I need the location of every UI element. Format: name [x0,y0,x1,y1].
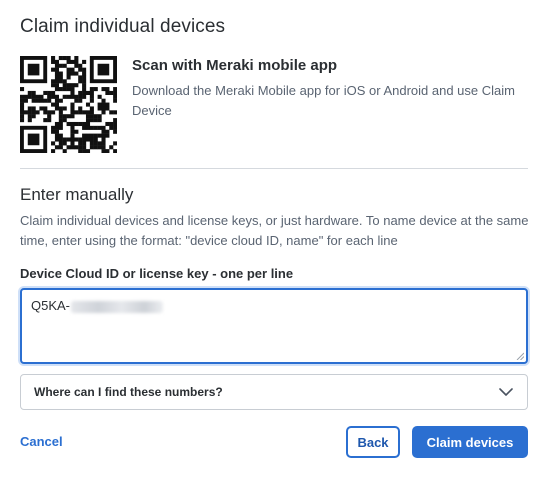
redacted-serial [71,300,164,313]
cancel-link[interactable]: Cancel [20,434,63,449]
device-id-prefix: Q5KA- [31,298,71,313]
device-id-textarea[interactable]: Q5KA- [20,288,528,364]
device-id-field-label: Device Cloud ID or license key - one per… [20,266,294,281]
claim-devices-button[interactable]: Claim devices [412,426,528,458]
scan-description: Download the Meraki Mobile app for iOS o… [132,83,515,118]
dialog-title: Claim individual devices [20,16,226,37]
scan-title: Scan with Meraki mobile app [132,57,338,74]
chevron-down-icon [499,388,513,396]
claim-devices-dialog: Claim individual devices Scan with Merak… [0,0,550,479]
help-accordion[interactable]: Where can I find these numbers? [20,374,528,410]
manual-section-title: Enter manually [20,185,134,204]
help-accordion-label: Where can I find these numbers? [34,385,223,399]
resize-grip-icon[interactable] [516,352,524,360]
qr-code-icon [20,56,118,154]
manual-section-description: Claim individual devices and license key… [20,213,529,248]
device-id-textarea-value: Q5KA- [31,298,164,313]
back-button[interactable]: Back [346,426,400,458]
section-divider [20,168,528,169]
